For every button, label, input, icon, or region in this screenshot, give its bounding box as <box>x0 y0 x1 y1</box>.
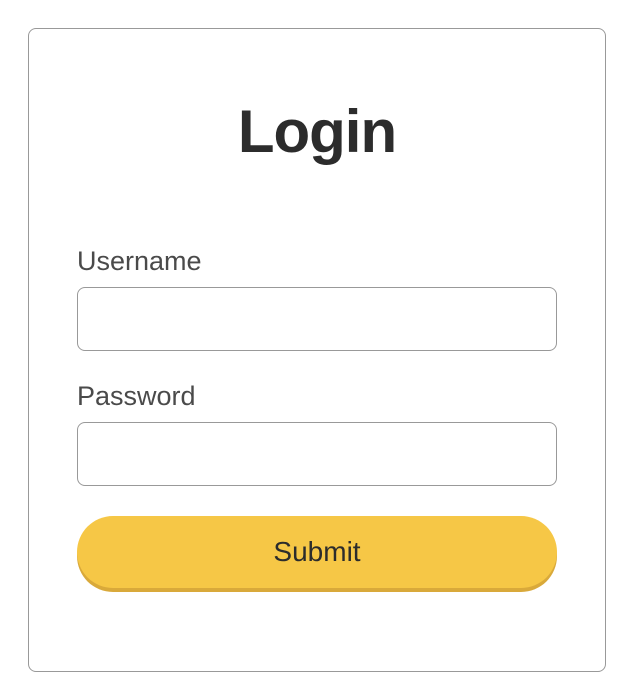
login-card: Login Username Password Submit <box>28 28 606 672</box>
password-label: Password <box>77 381 557 412</box>
username-label: Username <box>77 246 557 277</box>
password-input[interactable] <box>77 422 557 486</box>
username-field-group: Username <box>77 246 557 351</box>
submit-button[interactable]: Submit <box>77 516 557 588</box>
password-field-group: Password <box>77 381 557 486</box>
username-input[interactable] <box>77 287 557 351</box>
page-title: Login <box>77 97 557 166</box>
